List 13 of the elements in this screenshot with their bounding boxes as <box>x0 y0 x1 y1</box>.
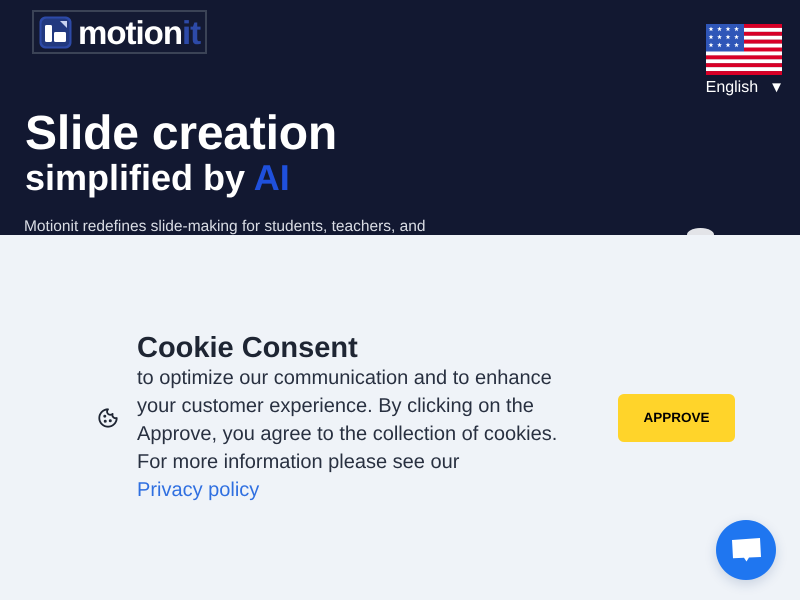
approve-button[interactable]: APPROVE <box>618 394 735 442</box>
logo-icon <box>39 16 72 48</box>
cookie-icon <box>97 406 119 428</box>
privacy-policy-link[interactable]: Privacy policy <box>137 478 260 500</box>
cookie-consent-title: Cookie Consent <box>137 332 358 364</box>
logo-wordmark: motionit <box>78 16 200 48</box>
speech-bubble-icon <box>732 538 760 562</box>
language-dropdown[interactable]: English ▼ <box>706 24 784 97</box>
flag-icon <box>706 24 782 75</box>
hero-description: Motionit redefines slide-making for students, teachers, and <box>24 219 426 235</box>
logo-link[interactable]: motionit <box>32 10 208 54</box>
cookie-consent-text: to optimize our communication and to enhance your customer experience. By clicking on the Approve, you agree to the collection of cookies. For more information please see our Privacy policy <box>137 366 558 502</box>
hero-heading: Slide creation simplified by AI <box>25 110 337 196</box>
